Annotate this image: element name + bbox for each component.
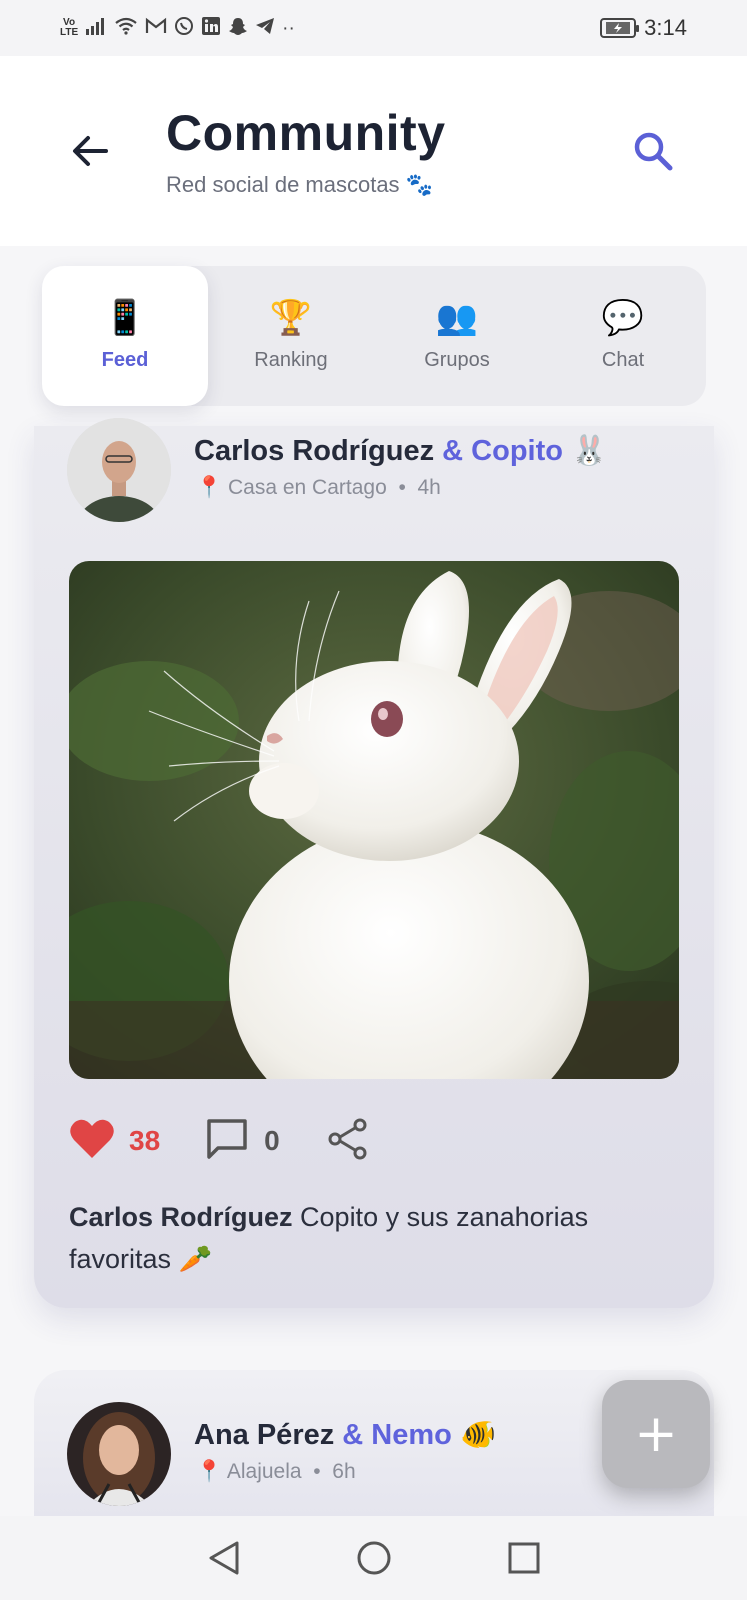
author-name: Carlos Rodríguez [194,435,435,467]
speech-bubble-icon: 💬 [601,298,645,337]
comment-icon [207,1119,247,1159]
plus-icon: + [634,1404,678,1464]
post-card: Carlos Rodríguez & Copito 🐰 📍 Casa en Ca… [34,418,714,1308]
post-time: 6h [332,1460,356,1483]
square-recents-icon [508,1542,539,1574]
share-button[interactable] [326,1117,370,1165]
location-pin-icon: 📍 [196,1460,223,1483]
whatsapp-icon [174,16,194,40]
clock: 3:14 [644,15,687,40]
like-count: 38 [129,1125,161,1156]
location-pin-icon: 📍 [196,476,223,499]
back-button[interactable] [66,126,116,176]
tab-chat-label: Chat [601,348,645,371]
telegram-icon [255,17,275,39]
tab-chat[interactable]: 💬 Chat [540,266,706,406]
post-time: 4h [417,476,441,499]
post-meta: 📍 Alajuela • 6h [196,1460,356,1484]
app-header: Community Red social de mascotas 🐾 [0,56,747,246]
people-icon: 👥 [435,298,479,337]
post-author[interactable]: Carlos Rodríguez & Copito 🐰 [194,434,607,468]
gmail-icon [145,17,167,39]
author-name: Ana Pérez [194,1419,335,1451]
snapchat-icon [228,16,248,40]
search-icon [634,132,673,171]
post-actions: 38 0 [69,1116,370,1166]
arrow-left-icon [73,136,108,166]
volte-indicator: Vo LTE [60,18,78,38]
caption-author: Carlos Rodríguez [69,1202,293,1232]
meta-separator: • [313,1460,321,1483]
post-author[interactable]: Ana Pérez & Nemo 🐠 [194,1418,496,1452]
tab-ranking-label: Ranking [254,348,328,371]
tab-grupos[interactable]: 👥 Grupos [374,266,540,406]
system-nav-bar [0,1516,747,1600]
nav-home-button[interactable] [354,1538,394,1578]
page-title: Community [166,105,446,161]
meta-separator: • [398,476,406,499]
post-photo[interactable] [69,561,679,1079]
phone-icon: 📱 [103,298,147,337]
trophy-icon: 🏆 [269,298,313,337]
post-location: Casa en Cartago [228,476,387,499]
tab-feed[interactable]: 📱 Feed [42,266,208,406]
post-location: Alajuela [226,1460,302,1483]
comment-count: 0 [264,1125,280,1156]
post-caption: Carlos Rodríguez Copito y sus zanahorias… [69,1196,669,1280]
circle-home-icon [357,1541,390,1575]
lte-label: LTE [60,27,79,38]
wifi-icon [114,17,138,39]
status-bar: Vo LTE ·· 3:14 [0,0,747,56]
status-bar-right: 3:14 [600,15,687,41]
search-button[interactable] [630,128,678,176]
comment-button[interactable] [204,1116,250,1166]
page-subtitle: Red social de mascotas 🐾 [166,172,434,197]
avatar[interactable] [67,1402,171,1506]
signal-icon [85,17,107,39]
pet-name: & Nemo [342,1419,452,1451]
tab-grupos-label: Grupos [424,348,490,371]
status-bar-left: Vo LTE ·· [60,16,295,40]
linkedin-icon [201,16,221,40]
rabbit-icon: 🐰 [571,435,608,467]
triangle-back-icon [209,1541,238,1575]
tabs-area: 📱 Feed 🏆 Ranking 👥 Grupos 💬 Chat [0,246,747,426]
tab-feed-label: Feed [101,348,149,371]
tab-ranking[interactable]: 🏆 Ranking [208,266,374,406]
pet-name: & Copito [442,435,563,467]
create-post-button[interactable]: + [602,1380,710,1488]
post-meta: 📍 Casa en Cartago • 4h [196,476,441,500]
share-icon [328,1118,367,1160]
heart-icon [70,1119,114,1158]
more-notifications-icon: ·· [282,17,295,39]
tab-bar: 📱 Feed 🏆 Ranking 👥 Grupos 💬 Chat [42,266,706,406]
avatar[interactable] [67,418,171,522]
nav-back-button[interactable] [204,1538,244,1578]
like-button[interactable] [69,1118,115,1164]
fish-icon: 🐠 [459,1419,497,1451]
nav-recents-button[interactable] [504,1538,544,1578]
battery-icon [600,18,640,38]
